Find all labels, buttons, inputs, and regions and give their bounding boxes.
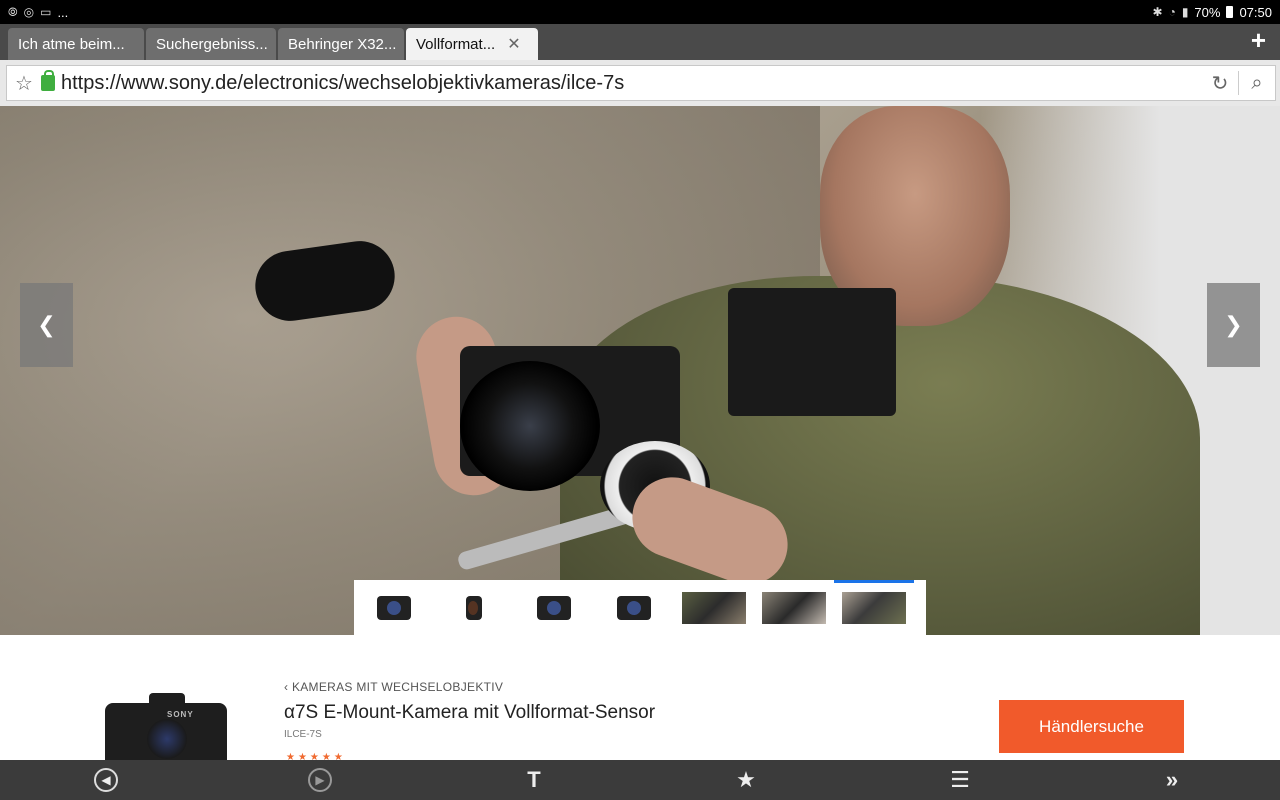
product-title: α7S E-Mount-Kamera mit Vollformat-Sensor <box>284 702 656 723</box>
camera-lens <box>460 361 600 491</box>
thumbnail[interactable] <box>594 580 674 635</box>
list-menu-icon: ☰ <box>950 767 970 792</box>
product-brand-label: SONY <box>167 710 194 719</box>
bookmarks-button[interactable]: ★ <box>722 760 770 800</box>
bluetooth-icon: ✱ <box>1152 5 1163 19</box>
thumbnail[interactable] <box>514 580 594 635</box>
clock: 07:50 <box>1239 4 1272 20</box>
cast-icon: ⦾ <box>8 4 18 19</box>
battery-percent: 70% <box>1194 4 1221 20</box>
breadcrumb-label: KAMERAS MIT WECHSELOBJEKTIV <box>291 680 504 694</box>
carousel-next-button[interactable]: ❯ <box>1207 283 1260 367</box>
signal-icon: ▮ <box>1181 5 1189 19</box>
address-bar-row: ☆ https://www.sony.de/electronics/wechse… <box>0 60 1280 106</box>
thumbnail-selected[interactable] <box>834 580 914 635</box>
secure-lock-icon <box>41 70 55 91</box>
field-monitor <box>728 288 896 416</box>
tab-3[interactable]: Behringer X32... <box>278 28 404 60</box>
hero-image <box>0 106 1280 635</box>
wifi-icon: ◔ <box>1168 5 1176 19</box>
sync-icon: ◎ <box>23 5 35 19</box>
photo-thumb <box>762 591 826 624</box>
back-icon: ◀ <box>94 768 118 792</box>
tab-title: Ich atme beim... <box>18 35 125 53</box>
reload-icon[interactable]: ↻ <box>1202 71 1238 96</box>
product-model: ILCE-7S <box>284 729 322 740</box>
thumbnail[interactable] <box>674 580 754 635</box>
status-left: ⦾ ◎ ▭ ... <box>8 5 68 20</box>
bookmark-star-icon: ★ <box>736 767 756 792</box>
thumbnail[interactable] <box>754 580 834 635</box>
status-more: ... <box>57 4 69 20</box>
tab-1[interactable]: Ich atme beim... <box>8 28 144 60</box>
status-bar: ⦾ ◎ ▭ ... ✱ ◔ ▮ 70% 07:50 <box>0 0 1280 24</box>
photo-thumb <box>682 591 746 624</box>
camera-angle-thumb <box>537 595 571 620</box>
tab-active[interactable]: Vollformat... ✕ <box>406 28 538 60</box>
menu-button[interactable]: ☰ <box>936 760 984 800</box>
photo-thumb <box>842 591 906 624</box>
chevron-left-icon: ‹ <box>284 680 292 694</box>
thumbnail[interactable] <box>354 580 434 635</box>
url-text[interactable]: https://www.sony.de/electronics/wechselo… <box>61 72 1202 95</box>
status-right: ✱ ◔ ▮ 70% 07:50 <box>1153 5 1273 20</box>
more-button[interactable]: » <box>1148 760 1196 800</box>
chevron-right-icon: ❯ <box>1224 312 1243 337</box>
camera-side-thumb <box>466 595 482 620</box>
breadcrumb[interactable]: ‹ KAMERAS MIT WECHSELOBJEKTIV <box>284 680 503 694</box>
tab-strip: Ich atme beim... Suchergebniss... Behrin… <box>0 24 1280 60</box>
battery-icon <box>1226 6 1234 18</box>
back-button[interactable]: ◀ <box>82 760 130 800</box>
tab-title: Behringer X32... <box>288 35 397 53</box>
forward-icon: ▶ <box>308 768 332 792</box>
tab-2[interactable]: Suchergebniss... <box>146 28 276 60</box>
forward-button[interactable]: ▶ <box>296 760 344 800</box>
thumbnail-strip <box>354 580 926 635</box>
camera-back-thumb <box>617 595 651 620</box>
chevron-left-icon: ❮ <box>37 312 56 337</box>
new-tab-icon[interactable]: + <box>1251 27 1266 53</box>
carousel-prev-button[interactable]: ❮ <box>20 283 73 367</box>
address-bar[interactable]: ☆ https://www.sony.de/electronics/wechse… <box>6 65 1276 101</box>
product-image <box>105 693 227 760</box>
camera-front-thumb <box>377 595 411 620</box>
tab-title: Vollformat... <box>416 35 496 53</box>
thumbnail[interactable] <box>434 580 514 635</box>
text-size-button[interactable]: T <box>510 760 558 800</box>
dealer-search-label: Händlersuche <box>1039 716 1144 736</box>
app-icon: ▭ <box>40 5 52 19</box>
tab-title: Suchergebniss... <box>156 35 268 53</box>
search-icon[interactable]: ⌕ <box>1239 72 1275 95</box>
browser-window: ⦾ ◎ ▭ ... ✱ ◔ ▮ 70% 07:50 Ich atme beim.… <box>0 0 1280 800</box>
more-chevrons-icon: » <box>1165 767 1179 792</box>
close-tab-icon[interactable]: ✕ <box>507 34 520 54</box>
add-bookmark-icon[interactable]: ☆ <box>7 71 41 96</box>
dealer-search-button[interactable]: Händlersuche <box>999 700 1184 753</box>
text-size-icon: T <box>527 767 541 792</box>
bottom-toolbar: ◀ ▶ T ★ ☰ » <box>0 760 1280 800</box>
